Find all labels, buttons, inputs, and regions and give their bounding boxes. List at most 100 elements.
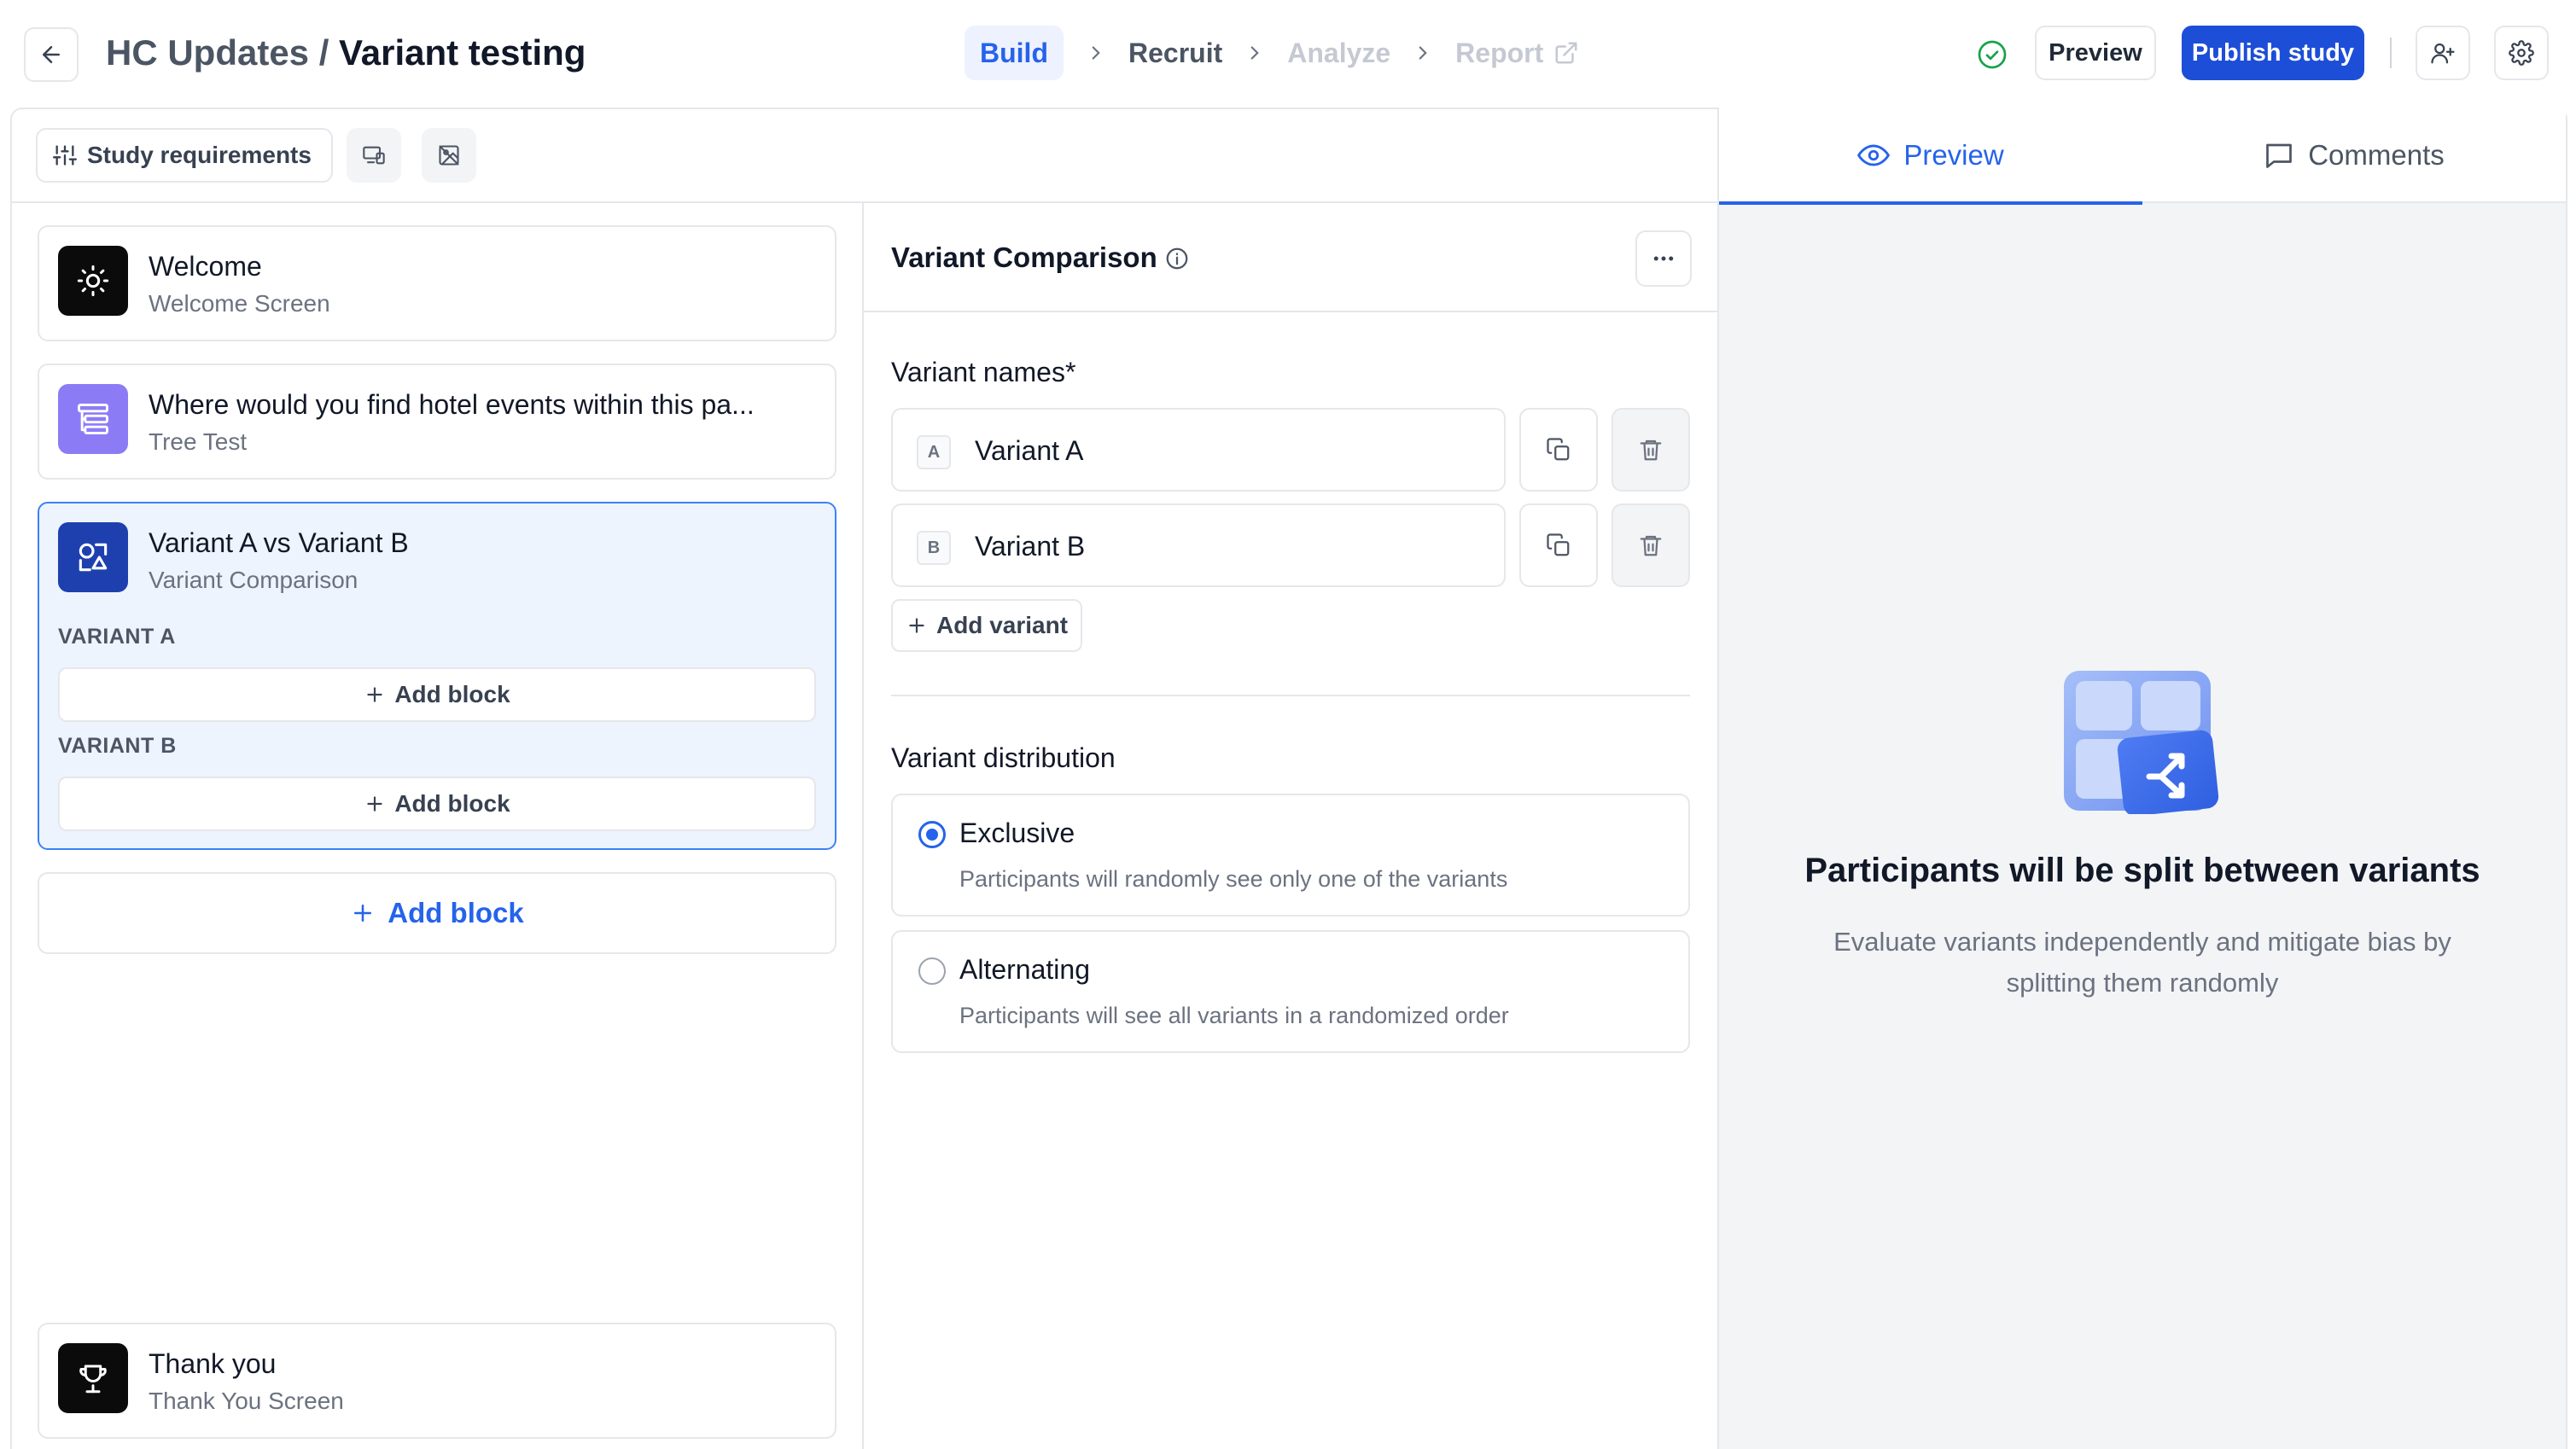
step-analyze: Analyze [1287, 38, 1391, 68]
option-description: Participants will randomly see only one … [959, 866, 1508, 892]
add-block-label: Add block [388, 897, 524, 928]
block-tree-test[interactable]: Where would you find hotel events within… [38, 364, 836, 480]
eye-icon [1857, 144, 1891, 166]
add-block-label: Add block [394, 681, 510, 707]
info-icon[interactable] [1164, 246, 1190, 271]
column-divider [862, 203, 864, 1449]
preview-heading: Participants will be split between varia… [1804, 852, 2480, 889]
builder-toolbar: Study requirements [10, 108, 1719, 203]
add-block-variant-b-button[interactable]: Add block [58, 777, 816, 831]
user-plus-icon [2431, 43, 2455, 64]
split-variants-illustration [2064, 671, 2219, 814]
sliders-icon [53, 145, 77, 166]
variant-name-field[interactable]: B Variant B [891, 503, 1506, 587]
option-description: Participants will see all variants in a … [959, 1003, 1509, 1028]
block-type: Variant Comparison [149, 567, 358, 593]
divider [891, 695, 1690, 696]
arrow-left-icon [43, 46, 60, 63]
study-requirements-button[interactable]: Study requirements [36, 128, 333, 183]
external-link-icon [1553, 40, 1579, 66]
publish-study-button[interactable]: Publish study [2182, 26, 2364, 80]
block-type: Thank You Screen [149, 1388, 344, 1414]
preview-panel [1719, 203, 2566, 1449]
preview-description: Evaluate variants independently and miti… [1833, 927, 2451, 998]
variant-letter-badge: A [917, 435, 951, 469]
editor-title: Variant Comparison [891, 242, 1157, 273]
back-button[interactable] [24, 27, 79, 82]
variant-b-label: VARIANT B [58, 734, 177, 758]
chevron-right-icon [1222, 42, 1287, 64]
copy-icon [1547, 533, 1570, 556]
add-block-label: Add block [394, 790, 510, 817]
trophy-icon [58, 1343, 128, 1413]
variant-name-value: Variant A [975, 435, 1084, 466]
block-title: Where would you find hotel events within… [149, 389, 755, 420]
tab-label: Comments [2308, 139, 2445, 171]
plus-icon [354, 905, 372, 922]
duplicate-variant-button[interactable] [1519, 408, 1598, 492]
tab-comments[interactable]: Comments [2142, 108, 2566, 203]
app-root: HC Updates / Variant testing Build Recru… [0, 0, 2576, 1449]
option-title: Exclusive [959, 818, 1075, 848]
more-horizontal-icon [1653, 256, 1674, 261]
preview-button[interactable]: Preview [2035, 26, 2156, 80]
hide-images-button[interactable] [422, 128, 476, 183]
column-divider [1717, 108, 1719, 1449]
chevron-right-icon [1064, 42, 1128, 64]
block-title: Thank you [149, 1348, 277, 1379]
block-variant-comparison[interactable]: Variant A vs Variant B Variant Compariso… [38, 502, 836, 850]
block-type: Tree Test [149, 428, 248, 455]
block-thank-you[interactable]: Thank you Thank You Screen [38, 1323, 836, 1439]
distribution-option-alternating[interactable]: Alternating Participants will see all va… [891, 930, 1690, 1053]
delete-variant-button[interactable] [1611, 503, 1690, 587]
variant-a-label: VARIANT A [58, 625, 176, 649]
chevron-right-icon [1390, 42, 1455, 64]
breadcrumb: HC Updates / Variant testing [106, 29, 586, 77]
divider [2390, 38, 2392, 68]
sun-icon [58, 246, 128, 316]
plus-icon [367, 796, 382, 812]
block-type: Welcome Screen [149, 290, 330, 317]
tree-test-icon [58, 384, 128, 454]
variant-names-label: Variant names* [891, 357, 1076, 387]
study-requirements-label: Study requirements [87, 142, 312, 168]
radio-button-selected[interactable] [918, 821, 946, 848]
delete-variant-button[interactable] [1611, 408, 1690, 492]
share-button[interactable] [2416, 26, 2470, 80]
plus-icon [367, 687, 382, 702]
check-circle-icon [1978, 40, 2007, 69]
top-bar: HC Updates / Variant testing Build Recru… [0, 0, 2576, 108]
add-variant-button[interactable]: Add variant [891, 599, 1082, 652]
comment-icon [2266, 143, 2293, 168]
breadcrumb-parent[interactable]: HC Updates / [106, 32, 329, 73]
step-recruit[interactable]: Recruit [1128, 26, 1222, 80]
devices-icon [363, 146, 385, 165]
page-title: Variant testing [339, 32, 586, 73]
copy-icon [1547, 438, 1570, 461]
add-block-variant-a-button[interactable]: Add block [58, 667, 816, 722]
more-options-button[interactable] [1635, 230, 1692, 287]
variant-distribution-label: Variant distribution [891, 742, 1116, 773]
variant-letter-badge: B [917, 531, 951, 565]
add-variant-label: Add variant [935, 612, 1069, 638]
device-preview-button[interactable] [347, 128, 401, 183]
block-welcome[interactable]: Welcome Welcome Screen [38, 225, 836, 341]
trash-icon [1640, 535, 1662, 556]
step-build[interactable]: Build [965, 26, 1064, 80]
settings-button[interactable] [2494, 26, 2549, 80]
add-block-button[interactable]: Add block [38, 872, 836, 954]
image-off-icon [439, 145, 459, 166]
block-title: Welcome [149, 251, 262, 282]
trash-icon [1640, 439, 1662, 461]
duplicate-variant-button[interactable] [1519, 503, 1598, 587]
option-title: Alternating [959, 954, 1090, 985]
tab-preview[interactable]: Preview [1719, 108, 2142, 205]
variant-name-field[interactable]: A Variant A [891, 408, 1506, 492]
variant-comparison-icon [58, 522, 128, 592]
gear-icon [2509, 40, 2534, 66]
block-title: Variant A vs Variant B [149, 527, 409, 558]
distribution-option-exclusive[interactable]: Exclusive Participants will randomly see… [891, 794, 1690, 917]
radio-button[interactable] [918, 957, 946, 985]
right-panel-tabs: Preview Comments [1719, 108, 2566, 205]
plus-icon [909, 618, 924, 633]
